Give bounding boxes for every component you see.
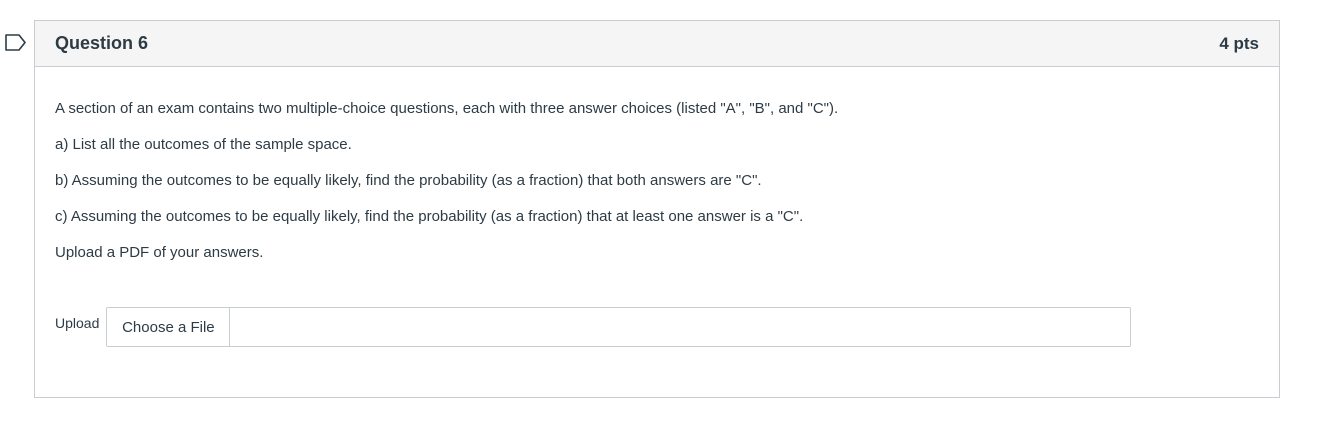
question-paragraph: A section of an exam contains two multip… (55, 100, 839, 117)
file-name-area[interactable] (230, 308, 1130, 346)
upload-row: Upload Choose a File (55, 307, 1132, 347)
question-text: A section of an exam contains two multip… (35, 67, 1279, 263)
file-upload-input[interactable]: Choose a File (106, 307, 1132, 347)
question-header: Question 6 4 pts (35, 21, 1279, 67)
question-paragraph: a) List all the outcomes of the sample s… (55, 136, 352, 153)
question-paragraph: Upload a PDF of your answers. (55, 244, 264, 261)
bookmark-flag-icon[interactable] (5, 34, 26, 51)
choose-file-button[interactable]: Choose a File (107, 308, 231, 346)
question-title: Question 6 (55, 33, 149, 53)
question-card: Question 6 4 pts A section of an exam co… (34, 20, 1280, 398)
question-paragraph: c) Assuming the outcomes to be equally l… (55, 208, 804, 225)
question-points: 4 pts (1219, 33, 1259, 53)
upload-label: Upload (55, 315, 100, 331)
question-paragraph: b) Assuming the outcomes to be equally l… (55, 172, 762, 189)
